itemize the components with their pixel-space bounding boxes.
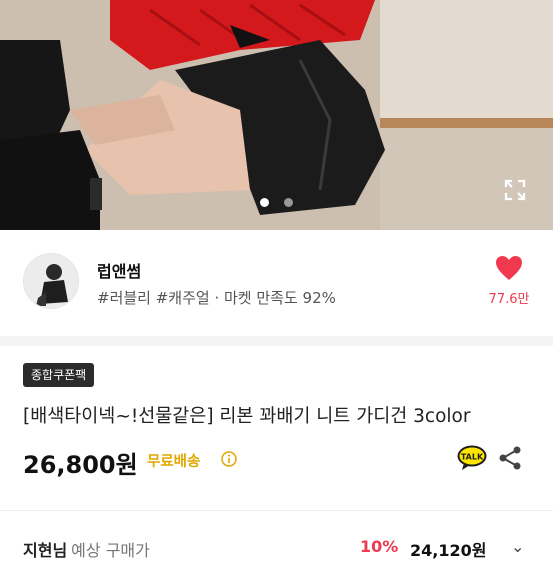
product-image-carousel[interactable] <box>0 0 553 230</box>
section-divider <box>0 336 553 346</box>
info-icon[interactable] <box>221 451 237 467</box>
share-icon[interactable] <box>497 445 523 471</box>
carousel-dot[interactable] <box>284 198 294 207</box>
buyer-name: 지현님 <box>23 541 68 560</box>
product-title: [배색타이넥~!선물같은] 리본 꽈배기 니트 가디건 3color <box>23 406 471 427</box>
coupon-badge[interactable]: 종합쿠폰팩 <box>23 363 95 387</box>
seller-name[interactable]: 럽앤썸 <box>97 258 141 282</box>
talk-icon[interactable]: TALK <box>457 445 487 471</box>
like-count: 77.6만 <box>488 292 530 307</box>
section-divider <box>0 510 553 511</box>
estimated-price: 24,120원 <box>410 541 487 560</box>
seller-row[interactable] <box>0 230 553 330</box>
chevron-down-icon[interactable]: ⌄ <box>511 537 524 556</box>
shipping-label: 무료배송 <box>147 454 201 470</box>
seller-tags: #러블리 #캐주얼 · 마켓 만족도 92% <box>97 289 336 307</box>
estimated-price-row[interactable]: 지현님 예상 구매가 10% 24,120원 ⌄ <box>23 537 533 567</box>
heart-icon[interactable] <box>495 255 523 281</box>
expand-icon[interactable] <box>503 178 527 202</box>
carousel-dot-active[interactable] <box>259 198 269 207</box>
product-price: 26,800원 <box>23 451 138 479</box>
seller-avatar-image <box>24 254 78 308</box>
svg-text:TALK: TALK <box>461 453 484 462</box>
estimate-label: 예상 구매가 <box>71 541 150 560</box>
discount-rate: 10% <box>360 537 399 556</box>
seller-avatar[interactable] <box>23 253 79 309</box>
carousel-indicator <box>0 192 553 211</box>
